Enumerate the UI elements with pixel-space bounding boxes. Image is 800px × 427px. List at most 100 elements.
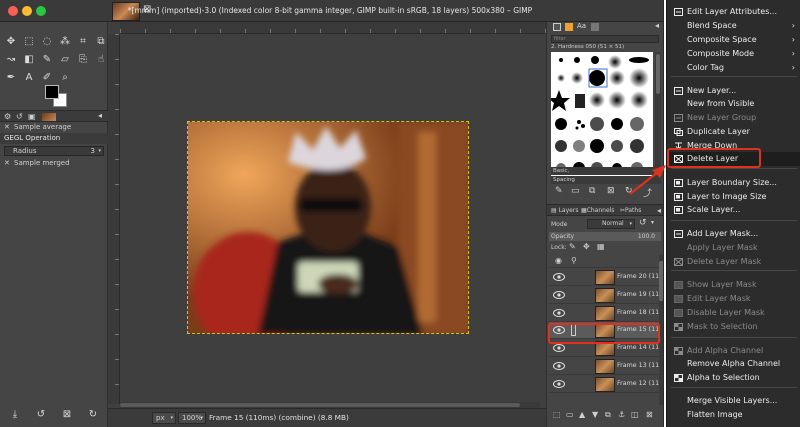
edit-brush-icon[interactable]: ✎ <box>555 186 563 196</box>
images-tab-icon[interactable]: ▣ <box>28 112 36 121</box>
duplicate-brush-icon[interactable]: ⧉ <box>589 186 595 196</box>
text-tool-icon[interactable]: A <box>22 71 36 85</box>
layer-row[interactable]: Frame 20 (110 <box>549 269 663 286</box>
mode-select[interactable]: Normal ▾ <box>587 219 635 229</box>
brushes-tab-icon[interactable] <box>553 23 561 31</box>
layer-row[interactable]: Frame 12 (110 <box>549 376 663 393</box>
checkbox-icon[interactable]: ✕ <box>4 158 10 169</box>
layer-row[interactable]: Frame 18 (110 <box>549 305 663 322</box>
visibility-eye-icon[interactable] <box>553 343 565 353</box>
tab-layers[interactable]: ▤ Layers <box>551 207 578 214</box>
fuzzy-select-icon[interactable]: ⁂ <box>58 35 72 49</box>
fonts-tab-icon[interactable]: Aa <box>577 22 586 30</box>
transform-icon[interactable]: ⧉ <box>94 35 108 49</box>
patterns-tab-icon[interactable] <box>565 23 573 31</box>
brush-filter-input[interactable]: filter <box>551 35 659 43</box>
image-canvas[interactable] <box>187 121 469 334</box>
visibility-eye-icon[interactable] <box>553 290 565 300</box>
bucket-fill-icon[interactable]: ◧ <box>22 53 36 67</box>
delete-layer-icon[interactable]: ⊠ <box>646 410 653 419</box>
layer-row[interactable]: Frame 13 (110 <box>549 358 663 375</box>
menu-item-scale-layer[interactable]: Scale Layer... <box>667 203 800 217</box>
checkbox-icon[interactable]: ✕ <box>4 122 10 133</box>
menu-item-layer-boundary-size[interactable]: Layer Boundary Size... <box>667 176 800 190</box>
spinner-arrows-icon[interactable]: ▾ <box>98 147 101 156</box>
tool-options-tab-icon[interactable]: ⚙ <box>4 112 11 121</box>
canvas-area[interactable]: px ▾ 100% ▾ Frame 15 (110ms) (combine) (… <box>108 22 546 427</box>
delete-preset-icon[interactable]: ⊠ <box>60 408 74 422</box>
panel-menu-icon[interactable]: ◂ <box>657 206 661 215</box>
zoom-window-button[interactable] <box>36 6 46 16</box>
reset-options-icon[interactable]: ↻ <box>86 408 100 422</box>
rect-select-icon[interactable]: ⬚ <box>22 35 36 49</box>
right-dock: Aa ◂ filter 2. Hardness 050 (51 × 51) Ba… <box>546 21 663 427</box>
lock-position-icon[interactable]: ✥ <box>583 242 590 251</box>
mask-icon[interactable]: ◫ <box>631 410 639 419</box>
menu-item-add-layer-mask[interactable]: Add Layer Mask... <box>667 227 800 241</box>
minimize-window-button[interactable] <box>22 6 32 16</box>
unit-select[interactable]: px ▾ <box>152 412 176 424</box>
visibility-eye-icon[interactable] <box>553 361 565 371</box>
menu-item-composite-mode[interactable]: Composite Mode › <box>667 47 800 61</box>
menu-item-duplicate-layer[interactable]: Duplicate Layer <box>667 125 800 139</box>
smudge-icon[interactable]: ☝ <box>94 53 108 67</box>
radius-spinner[interactable]: Radius 3 ▾ <box>4 146 104 156</box>
anchor-layer-icon[interactable]: ⚓ <box>618 410 625 419</box>
gradients-tab-icon[interactable] <box>591 23 599 31</box>
sample-merged-row[interactable]: ✕ Sample merged <box>0 158 108 169</box>
menu-item-label: New Layer Group <box>687 113 757 122</box>
zoom-tool-icon[interactable]: ⌕ <box>58 71 72 85</box>
duplicate-layer-icon[interactable]: ⧉ <box>605 410 611 420</box>
menu-item-blend-space[interactable]: Blend Space › <box>667 19 800 33</box>
tab-channels[interactable]: ▦Channels <box>581 207 614 214</box>
save-preset-icon[interactable]: ⤓ <box>8 408 22 422</box>
chevron-down-icon[interactable]: ▾ <box>651 219 654 226</box>
reset-mode-icon[interactable]: ↺ <box>639 218 647 228</box>
new-group-icon[interactable]: ▭ <box>566 410 574 419</box>
layer-row[interactable]: Frame 19 (110 <box>549 287 663 304</box>
visibility-eye-icon[interactable] <box>553 308 565 318</box>
move-tool-icon[interactable]: ✥ <box>4 35 18 49</box>
tab-paths[interactable]: ✂Paths <box>620 207 641 214</box>
new-layer-icon[interactable]: ⬚ <box>553 410 561 419</box>
brush-scroll-thumb[interactable] <box>656 54 660 94</box>
menu-item-color-tag[interactable]: Color Tag › <box>667 61 800 75</box>
warp-icon[interactable]: ↝ <box>4 53 18 67</box>
lower-layer-icon[interactable]: ▼ <box>592 410 598 419</box>
opacity-slider[interactable]: Opacity 100.0 <box>549 232 661 241</box>
menu-item-alpha-to-selection[interactable]: Alpha to Selection <box>667 371 800 385</box>
panel-menu-icon[interactable]: ◂ <box>98 111 102 120</box>
eraser-icon[interactable]: ▱ <box>58 53 72 67</box>
horizontal-scroll-thumb[interactable] <box>120 403 520 407</box>
lasso-icon[interactable]: ◌ <box>40 35 54 49</box>
raise-layer-icon[interactable]: ▲ <box>579 410 585 419</box>
clone-icon[interactable]: ⎘ <box>76 53 90 67</box>
lock-alpha-icon[interactable]: ▦ <box>597 242 605 251</box>
menu-item-merge-visible-layers[interactable]: Merge Visible Layers... <box>667 394 800 408</box>
new-brush-icon[interactable]: ▭ <box>571 186 580 196</box>
menu-item-new-from-visible[interactable]: New from Visible <box>667 97 800 111</box>
scale-icon <box>674 206 683 214</box>
menu-item-composite-space[interactable]: Composite Space › <box>667 33 800 47</box>
crop-icon[interactable]: ⌗ <box>76 35 90 49</box>
restore-preset-icon[interactable]: ↺ <box>34 408 48 422</box>
menu-item-flatten-image[interactable]: Flatten Image <box>667 408 800 422</box>
menu-item-new-layer[interactable]: New Layer... <box>667 84 800 98</box>
close-window-button[interactable] <box>8 6 18 16</box>
foreground-color[interactable] <box>45 85 59 99</box>
paintbrush-icon[interactable]: ✎ <box>40 53 54 67</box>
visibility-eye-icon[interactable] <box>553 379 565 389</box>
layers-scroll-thumb[interactable] <box>659 261 663 301</box>
undo-history-tab-icon[interactable]: ↺ <box>16 112 23 121</box>
menu-item-remove-alpha-channel[interactable]: Remove Alpha Channel <box>667 357 800 371</box>
color-picker-icon[interactable]: ✐ <box>40 71 54 85</box>
sample-average-row[interactable]: ✕ Sample average <box>0 122 108 133</box>
image-thumb-tab[interactable] <box>42 113 56 121</box>
menu-item-layer-to-image-size[interactable]: Layer to Image Size <box>667 190 800 204</box>
path-icon[interactable]: ✒ <box>4 71 18 85</box>
zoom-select[interactable]: 100% ▾ <box>178 412 206 424</box>
menu-item-edit-layer-attributes[interactable]: Edit Layer Attributes... <box>667 5 800 19</box>
panel-menu-icon[interactable]: ◂ <box>655 21 659 30</box>
visibility-eye-icon[interactable] <box>553 272 565 282</box>
lock-pixels-icon[interactable]: ✎ <box>569 242 576 251</box>
